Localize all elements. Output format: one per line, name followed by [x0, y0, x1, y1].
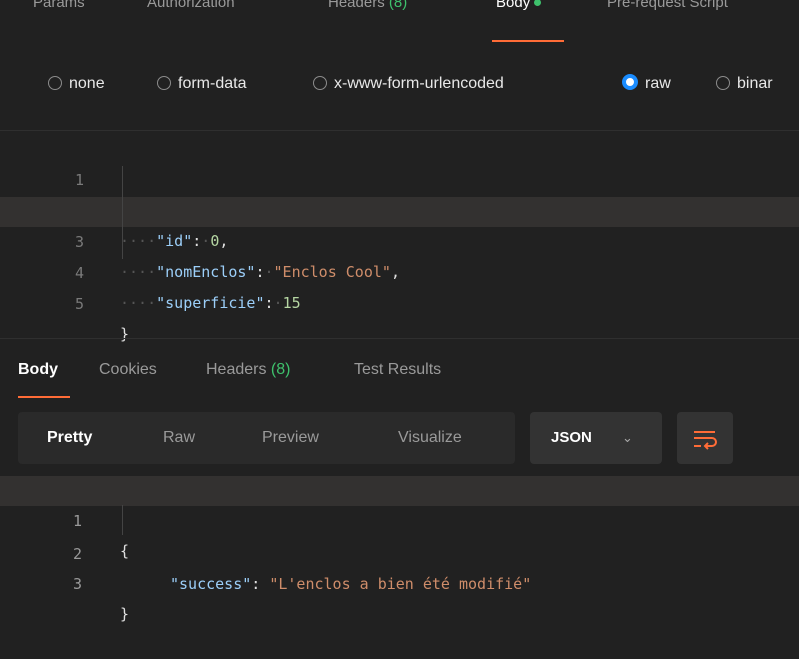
superficie-key: "superficie": [156, 294, 265, 312]
radio-binary[interactable]: binar: [716, 74, 773, 94]
radio-checked-icon: [622, 74, 638, 90]
radio-urlencoded[interactable]: x-www-form-urlencoded: [313, 74, 504, 94]
request-tabs: Params Authorization Headers (8) Body Pr…: [0, 0, 799, 50]
wrap-lines-button[interactable]: [677, 412, 733, 464]
view-visualize-button[interactable]: Visualize: [398, 412, 462, 464]
radio-circle-icon: [716, 76, 730, 90]
superficie-value: 15: [282, 294, 301, 312]
active-tab-underline: [492, 40, 564, 42]
body-modified-dot: [534, 0, 542, 6]
tab-authorization[interactable]: Authorization: [147, 0, 235, 18]
response-tab-body[interactable]: Body: [18, 360, 58, 380]
indent-guide: [122, 505, 123, 535]
code-line: 2 ····"id":·0,: [75, 202, 229, 250]
headers-count: (8): [388, 0, 408, 11]
response-tab-cookies[interactable]: Cookies: [99, 360, 157, 380]
code-line: 5 }: [74, 295, 130, 343]
response-line: 3 }: [72, 575, 130, 623]
response-line: 2 "success": "L'enclos a bien été modifi…: [72, 545, 532, 593]
radio-none[interactable]: none: [48, 74, 105, 94]
chevron-down-icon: ⌄: [622, 430, 633, 445]
response-tab-underline: [18, 396, 70, 398]
close-brace: }: [120, 325, 130, 343]
body-type-selector: none form-data x-www-form-urlencoded raw…: [0, 64, 799, 104]
tab-body[interactable]: Body: [496, 0, 542, 18]
view-raw-button[interactable]: Raw: [163, 412, 195, 464]
tab-prerequest-script[interactable]: Pre-request Script: [607, 0, 728, 18]
radio-form-data[interactable]: form-data: [157, 74, 246, 94]
tab-headers[interactable]: Headers (8): [328, 0, 407, 18]
response-tab-headers[interactable]: Headers (8): [206, 360, 290, 380]
radio-circle-icon: [313, 76, 327, 90]
code-line-highlighted: 3 ····"nomEnclos":·"Enclos Cool",: [0, 197, 799, 281]
code-line: 1 {: [0, 135, 799, 219]
view-preview-button[interactable]: Preview: [262, 412, 319, 464]
success-value: "L'enclos a bien été modifié": [269, 575, 532, 593]
wrap-lines-icon: [694, 431, 717, 450]
indent-guide: [122, 166, 123, 259]
request-body-editor[interactable]: 1 { 2 ····"id":·0, 3 ····"nomEnclos":·"E…: [0, 130, 799, 343]
response-line-highlighted: 1 {: [0, 476, 799, 560]
view-pretty-button[interactable]: Pretty: [47, 412, 92, 464]
section-divider[interactable]: [0, 338, 799, 339]
radio-circle-icon: [157, 76, 171, 90]
format-select[interactable]: JSON ⌄: [530, 412, 662, 464]
response-tab-test-results[interactable]: Test Results: [354, 360, 441, 380]
response-headers-count: (8): [270, 361, 291, 378]
success-key: "success": [170, 575, 252, 593]
code-line: 4 ····"superficie":·15: [74, 264, 301, 312]
radio-circle-icon: [48, 76, 62, 90]
radio-raw[interactable]: raw: [622, 74, 671, 94]
tab-params[interactable]: Params: [33, 0, 85, 18]
